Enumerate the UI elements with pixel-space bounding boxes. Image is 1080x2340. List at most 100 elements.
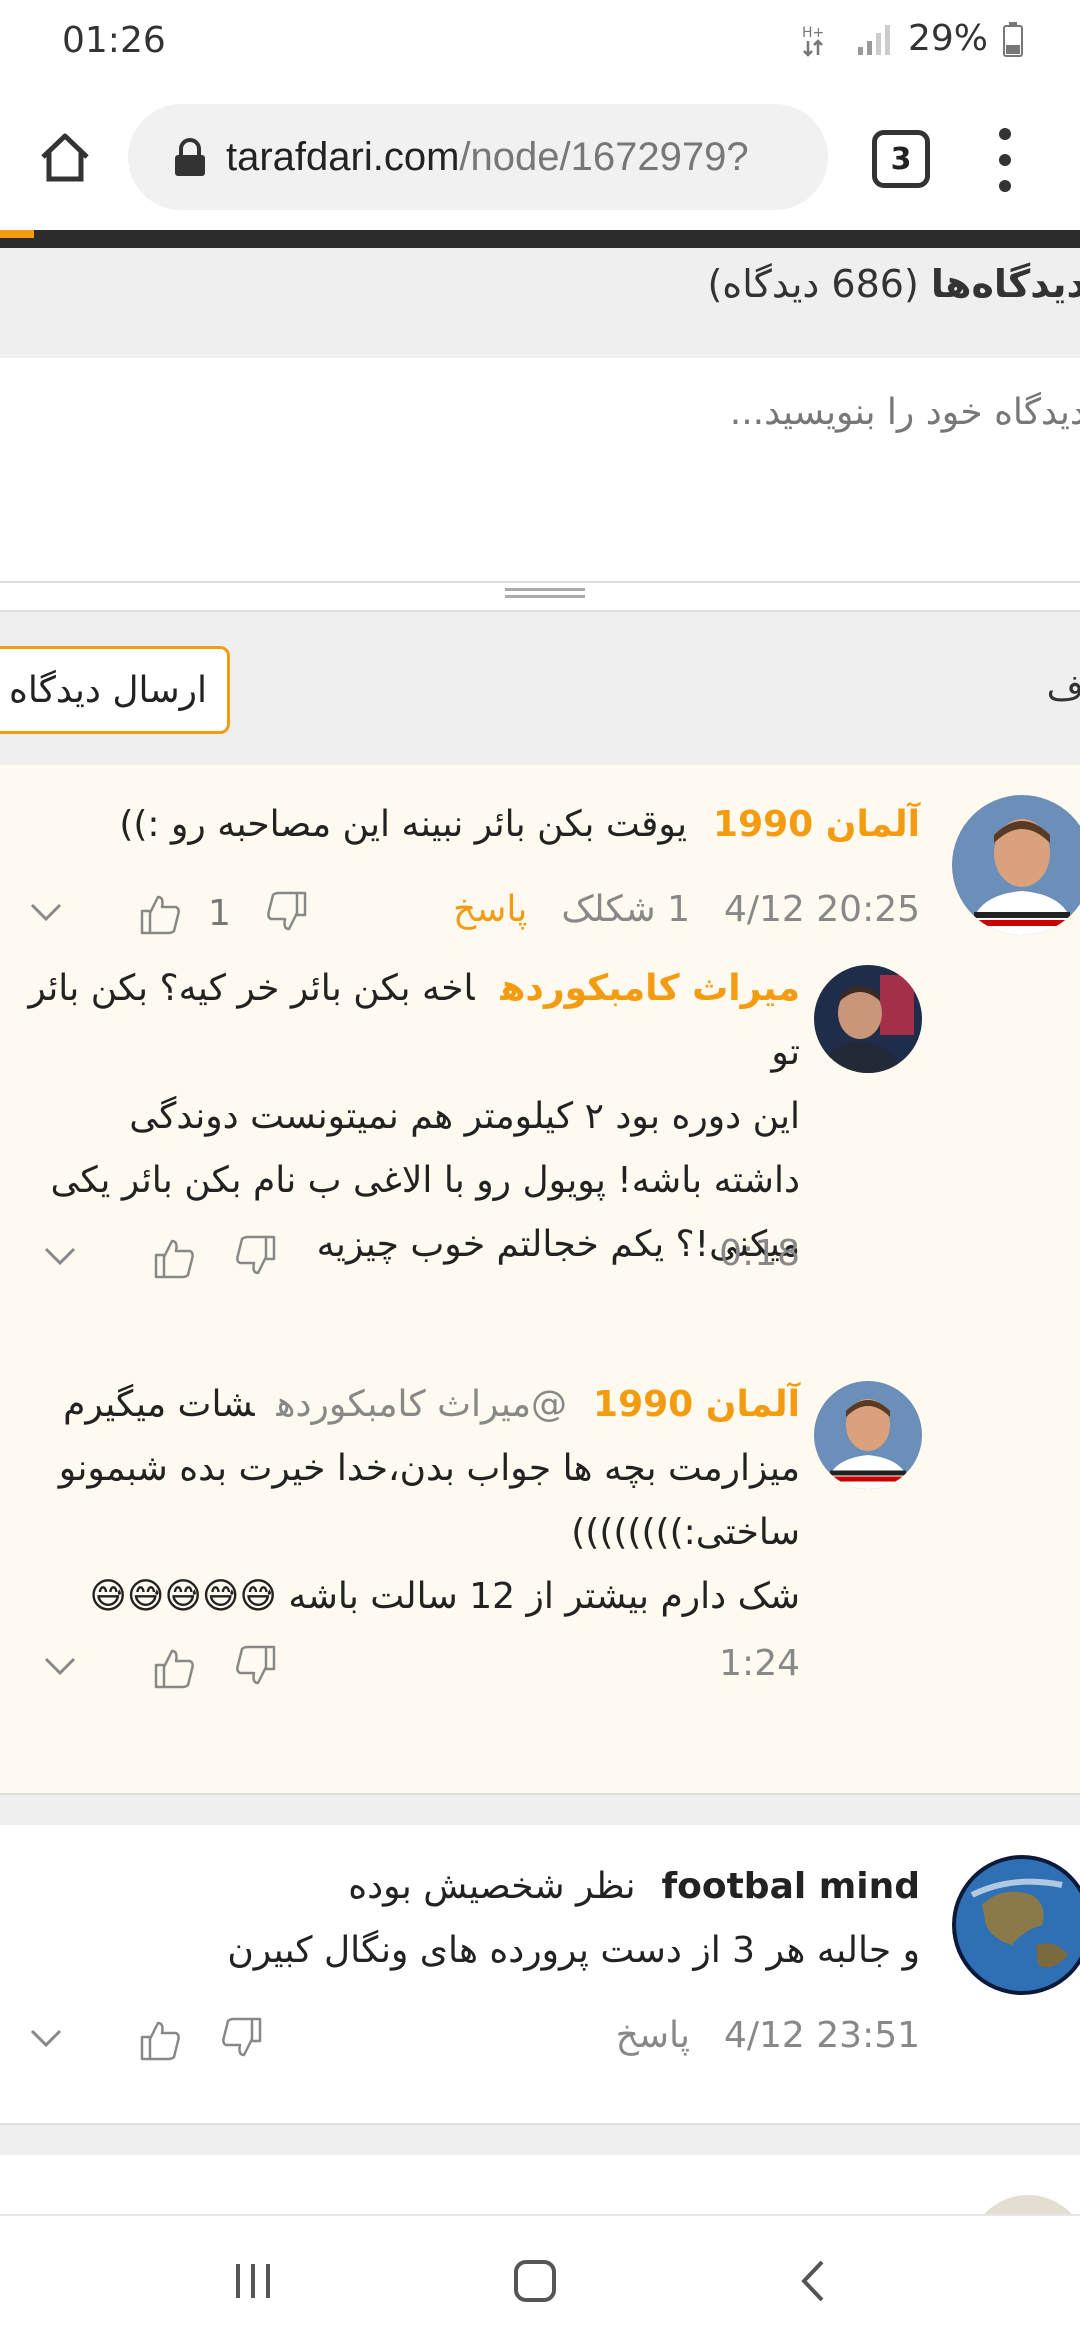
comment-meta: 4/12 23:51 پاسخ [616, 2015, 920, 2056]
comment-input[interactable]: دیدگاه خود را بنویسید... [0, 358, 1080, 583]
reply-body: میراث کامبکوردهاخه بکن بائر خر کیه؟ بکن … [20, 957, 800, 1277]
thumbs-up-icon[interactable] [148, 1641, 200, 1693]
url-text: tarafdari.com/node/1672979? [226, 135, 749, 180]
reply: آلمان 1990 @میراث کامبکورده شات میگیرم میز… [0, 1375, 1080, 1705]
thumbs-down-icon[interactable] [230, 1641, 282, 1693]
thumbs-down-icon[interactable] [261, 887, 313, 939]
submit-bar: ارسال دیدگاه ف [0, 610, 1080, 765]
chevron-down-icon[interactable] [20, 2013, 72, 2065]
reply-mention[interactable]: @میراث کامبکورده [277, 1384, 567, 1425]
chevron-down-icon[interactable] [34, 1231, 86, 1283]
chevron-down-icon[interactable] [34, 1641, 86, 1693]
battery-percent: 29% [907, 18, 988, 59]
comment-actions: 1 [20, 887, 313, 939]
thread-separator [0, 2125, 1080, 2155]
avatar[interactable] [814, 1381, 922, 1489]
comments-title: دیدگاه‌ها (686 دیدگاه) [707, 262, 1080, 306]
comments-header: دیدگاه‌ها (686 دیدگاه) [0, 248, 1080, 358]
thread-separator [0, 1795, 1080, 1825]
comment-body: آلمان 1990 یوقت بکن بائر نبینه این مصاحبه… [20, 793, 920, 857]
status-time: 01:26 [62, 20, 166, 61]
avatar[interactable] [952, 795, 1080, 935]
avatar-player-icon [952, 795, 1080, 935]
avatar-player-icon [814, 1381, 922, 1489]
chevron-down-icon[interactable] [20, 887, 72, 939]
system-nav-bar [0, 2214, 1080, 2340]
menu-dot-icon [999, 154, 1011, 166]
comment-actions [20, 2013, 268, 2065]
submit-comment-button[interactable]: ارسال دیدگاه [0, 646, 230, 734]
reply-time: 1:24 [719, 1643, 800, 1684]
comment-body: footbal mind نظر شخصیش بوده و جالبه هر 3 … [20, 1855, 920, 1983]
menu-dot-icon [999, 180, 1011, 192]
reply-link[interactable]: پاسخ [453, 889, 527, 930]
header-accent [0, 230, 34, 238]
url-host: tarafdari.com [226, 134, 460, 179]
url-path: /node/1672979? [459, 134, 749, 179]
reply: میراث کامبکوردهاخه بکن بائر خر کیه؟ بکن … [0, 965, 1080, 1279]
comment-text-line: و جالبه هر 3 از دست پرورده های ونگال کبی… [227, 1930, 920, 1971]
comment-meta: 4/12 20:25 1 شکلک پاسخ [453, 889, 920, 930]
home-nav-icon [514, 2260, 556, 2302]
comment-author[interactable]: footbal mind [661, 1866, 920, 1907]
comment-thread: آلمان 1990 یوقت بکن بائر نبینه این مصاحبه… [0, 765, 1080, 1795]
data-arrows-icon: H+ [802, 25, 824, 57]
reply-meta: 1:24 [719, 1643, 800, 1684]
comment-reactions[interactable]: 1 شکلک [561, 889, 690, 930]
avatar-earth-icon [952, 1855, 1080, 1995]
avatar[interactable] [952, 1855, 1080, 1995]
home-button[interactable] [30, 122, 100, 192]
reply-author[interactable]: آلمان 1990 [593, 1384, 800, 1425]
reply-time: 0:18 [719, 1233, 800, 1274]
submit-bar-fragment: ف [1046, 668, 1080, 709]
resize-handle[interactable] [505, 588, 585, 602]
home-nav-button[interactable] [500, 2246, 570, 2316]
reply-actions [34, 1231, 282, 1283]
comment-author[interactable]: آلمان 1990 [713, 804, 920, 845]
browser-toolbar: tarafdari.com/node/1672979? 3 [0, 88, 1080, 230]
reply-body: آلمان 1990 @میراث کامبکورده شات میگیرم میز… [20, 1373, 800, 1629]
reply-text-line: شک دارم بیشتر از 12 سالت باشه 😅😅😅😅😅 [89, 1576, 800, 1617]
battery-icon [1003, 21, 1023, 57]
reply-text-line: ساختی:)))))))) [571, 1512, 800, 1553]
comment-date: 4/12 23:51 [723, 2015, 920, 2056]
menu-dot-icon [999, 128, 1011, 140]
reply-actions [34, 1641, 282, 1693]
comment: آلمان 1990 یوقت بکن بائر نبینه این مصاحبه… [0, 765, 1080, 945]
avatar-coach-icon [814, 965, 922, 1073]
thumbs-down-icon[interactable] [230, 1231, 282, 1283]
comments-title-label: دیدگاه‌ها [930, 262, 1080, 306]
reply-author[interactable]: میراث کامبکورده [500, 968, 800, 1009]
thumbs-down-icon[interactable] [216, 2013, 268, 2065]
like-count: 1 [208, 892, 231, 934]
back-icon [801, 2260, 824, 2302]
comment-placeholder: دیدگاه خود را بنویسید... [729, 392, 1080, 433]
svg-text:H+: H+ [802, 25, 824, 41]
reply-meta: 0:18 [719, 1233, 800, 1274]
tab-switcher-button[interactable]: 3 [872, 130, 930, 188]
reply-text-line: میزارمت بچه ها جواب بدن،خدا خیرت بده شبم… [58, 1448, 800, 1489]
thumbs-up-icon[interactable] [134, 887, 186, 939]
thumbs-up-icon[interactable] [134, 2013, 186, 2065]
thumbs-up-icon[interactable] [148, 1231, 200, 1283]
address-bar[interactable]: tarafdari.com/node/1672979? [128, 104, 828, 210]
browser-menu-button[interactable] [980, 122, 1030, 198]
reply-text-line: شات میگیرم [63, 1384, 255, 1425]
next-comment-peek [0, 2155, 1080, 2255]
status-icons: H+ 29% [800, 18, 1024, 59]
comment-thread: footbal mind نظر شخصیش بوده و جالبه هر 3 … [0, 1825, 1080, 2125]
comment: footbal mind نظر شخصیش بوده و جالبه هر 3 … [0, 1825, 1080, 2105]
back-button[interactable] [780, 2246, 850, 2316]
home-icon [41, 133, 89, 182]
reply-link[interactable]: پاسخ [616, 2015, 690, 2056]
comment-date: 4/12 20:25 [723, 889, 920, 930]
avatar[interactable] [814, 965, 922, 1073]
comment-text: یوقت بکن بائر نبینه این مصاحبه رو :)) [119, 804, 688, 845]
comments-count: (686 دیدگاه) [707, 262, 919, 306]
recent-apps-button[interactable] [218, 2246, 288, 2316]
comment-text-line: نظر شخصیش بوده [348, 1866, 636, 1907]
lock-icon [175, 138, 205, 176]
reply-text-line: داشته باشه! پویول رو با الاغی ب نام بکن … [50, 1160, 800, 1201]
site-header-strip [0, 230, 1080, 248]
reply-text-line: این دوره بود ۲ کیلومتر هم نمیتونست دوندگ… [129, 1096, 800, 1137]
